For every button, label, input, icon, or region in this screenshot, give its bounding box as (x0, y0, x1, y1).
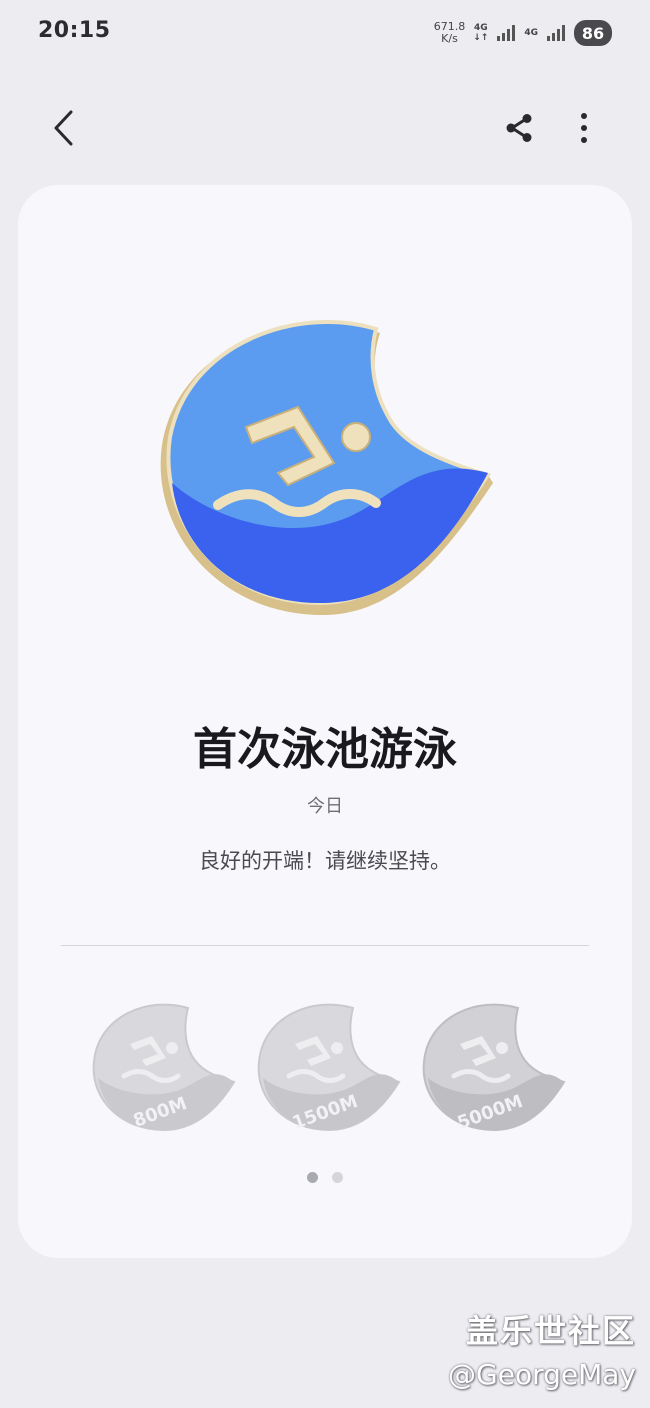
share-button[interactable] (496, 104, 544, 152)
badge-1500m-icon[interactable]: 1500M (253, 1000, 403, 1140)
page-dot-2[interactable] (332, 1172, 343, 1183)
network-speed: 671.8 K/s (434, 21, 466, 45)
badge-800m-icon[interactable]: 800M (88, 1000, 238, 1140)
achievement-message: 良好的开端！请继续坚持。 (199, 849, 451, 873)
status-time: 20:15 (38, 18, 111, 43)
achievement-title: 首次泳池游泳 (193, 724, 457, 775)
page-dot-1[interactable] (307, 1172, 318, 1183)
more-options-button[interactable] (560, 104, 608, 152)
upcoming-badges: 800M 1500M 5000M (88, 1000, 568, 1140)
chevron-left-icon (54, 110, 73, 146)
signal-icon-2 (547, 25, 565, 41)
top-app-bar (0, 92, 650, 162)
network-speed-unit: K/s (441, 32, 458, 45)
status-icons: 671.8 K/s 4G ↓↑ 4G 86 (434, 16, 612, 50)
network-type-2: 4G (524, 28, 538, 38)
network-type-1: 4G ↓↑ (473, 23, 489, 43)
badge-5000m-icon[interactable]: 5000M (418, 1000, 568, 1140)
share-icon (506, 114, 532, 142)
status-bar: 20:15 671.8 K/s 4G ↓↑ 4G 86 (0, 0, 650, 66)
signal-icon (497, 25, 516, 41)
swimming-badge-icon (160, 320, 493, 615)
more-vertical-icon (581, 113, 587, 143)
battery-indicator: 86 (574, 20, 612, 46)
achievement-card: 首次泳池游泳 今日 良好的开端！请继续坚持。 800M 1500M 5000M (18, 185, 632, 1258)
page-indicator (18, 1172, 632, 1184)
watermark-user: @GeorgeMay (448, 1358, 636, 1391)
back-button[interactable] (40, 104, 88, 152)
divider (61, 945, 589, 946)
achievement-date: 今日 (307, 796, 343, 817)
watermark-brand: 盖乐世社区 (465, 1312, 636, 1350)
watermark: 盖乐世社区 @GeorgeMay (448, 1306, 636, 1391)
